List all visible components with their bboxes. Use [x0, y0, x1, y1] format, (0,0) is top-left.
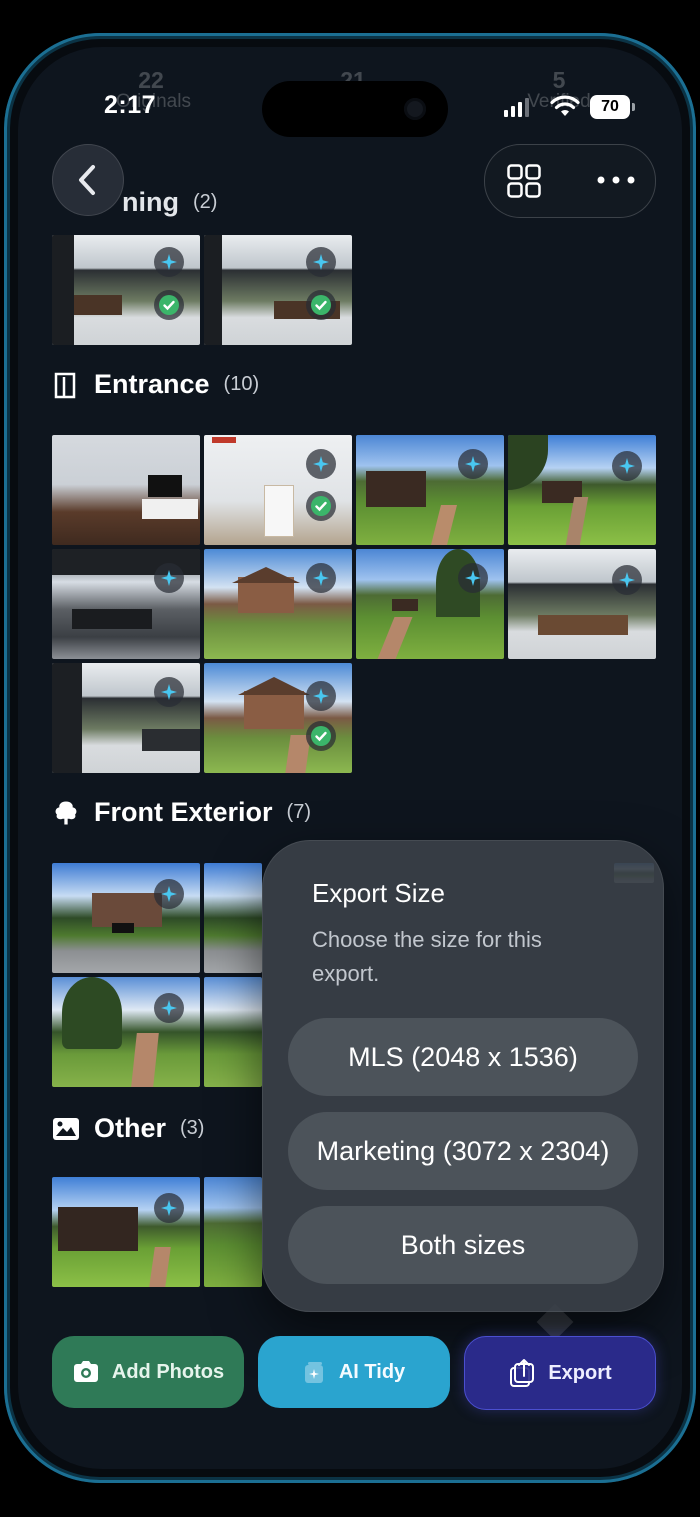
sparkle-icon: [465, 570, 481, 586]
sparkle-icon: [619, 458, 635, 474]
section-header-entrance: Entrance (10): [52, 369, 259, 400]
popover-title: Export Size: [312, 878, 445, 908]
status-time: 2:17: [104, 91, 157, 119]
add-photos-label: Add Photos: [111, 1360, 225, 1383]
popover-subtitle: Choose the size for this export.: [312, 927, 542, 986]
ai-enhanced-badge: [458, 449, 488, 479]
verified-badge: [306, 290, 336, 320]
add-photos-button[interactable]: Add Photos: [52, 1336, 244, 1408]
grid-view-icon[interactable]: [507, 164, 541, 198]
ai-enhanced-badge: [154, 677, 184, 707]
ai-enhanced-badge: [154, 1193, 184, 1223]
ai-tidy-label: AI Tidy: [338, 1360, 406, 1383]
section-title: Front Exterior: [94, 797, 273, 827]
option-both-sizes[interactable]: Both sizes: [288, 1206, 638, 1284]
sparkle-icon: [161, 684, 177, 700]
ai-enhanced-badge: [306, 563, 336, 593]
photo-thumbnail[interactable]: [508, 549, 656, 659]
camera-icon: [73, 1361, 98, 1382]
photo-thumbnail[interactable]: [52, 1177, 200, 1287]
sparkle-icon: [161, 1200, 177, 1216]
wifi-icon: [550, 95, 580, 116]
back-button[interactable]: [52, 144, 124, 216]
app-screen: 22 Originals 21 5 Verified 2:17 70 ning …: [18, 47, 682, 1469]
sparkle-icon: [161, 1000, 177, 1016]
export-label: Export: [548, 1361, 612, 1384]
verified-badge: [154, 290, 184, 320]
section-count: (10): [223, 373, 260, 395]
section-header-dining: ning (2): [122, 187, 217, 218]
ai-enhanced-badge: [458, 563, 488, 593]
photo-thumbnail[interactable]: [204, 235, 352, 345]
chevron-left-icon: [79, 165, 95, 195]
ai-enhanced-badge: [306, 449, 336, 479]
more-options-icon[interactable]: [597, 175, 635, 185]
check-circle-icon: [159, 295, 179, 315]
photo-thumbnail[interactable]: [52, 863, 200, 973]
sparkle-icon: [161, 570, 177, 586]
photo-thumbnail[interactable]: [204, 1177, 262, 1287]
ai-enhanced-badge: [154, 879, 184, 909]
sparkle-icon: [161, 886, 177, 902]
check-circle-icon: [311, 496, 331, 516]
section-count: (3): [180, 1117, 205, 1139]
verified-badge: [306, 491, 336, 521]
sparkle-icon: [161, 254, 177, 270]
ai-enhanced-badge: [154, 993, 184, 1023]
photo-thumbnail[interactable]: [508, 435, 656, 545]
battery-indicator: 70: [590, 95, 635, 119]
stat-value: 5: [552, 67, 566, 93]
ai-enhanced-badge: [154, 247, 184, 277]
sparkle-icon: [619, 572, 635, 588]
export-size-popover: Export Size Choose the size for this exp…: [262, 840, 664, 1312]
section-title: Other: [94, 1113, 167, 1143]
photo-thumbnail[interactable]: [52, 549, 200, 659]
sparkle-icon: [313, 254, 329, 270]
sparkle-icon: [313, 570, 329, 586]
photo-thumbnail[interactable]: [52, 235, 200, 345]
ai-tidy-icon: [304, 1362, 323, 1383]
ai-enhanced-badge: [306, 247, 336, 277]
photo-thumbnail[interactable]: [204, 863, 262, 973]
ai-enhanced-badge: [612, 565, 642, 595]
section-count: (2): [192, 191, 218, 213]
photo-thumbnail[interactable]: [356, 435, 504, 545]
tree-icon: [55, 800, 77, 825]
ai-enhanced-badge: [306, 681, 336, 711]
stat-value: 22: [138, 67, 164, 93]
photo-thumbnail[interactable]: [52, 663, 200, 773]
ai-enhanced-badge: [612, 451, 642, 481]
check-circle-icon: [311, 726, 331, 746]
photo-thumbnail[interactable]: [52, 977, 200, 1087]
sparkle-icon: [465, 456, 481, 472]
sparkle-icon: [313, 456, 329, 472]
section-header-front-exterior: Front Exterior (7): [52, 797, 311, 828]
section-title: ning: [122, 187, 179, 217]
check-circle-icon: [311, 295, 331, 315]
sparkle-icon: [313, 688, 329, 704]
section-count: (7): [286, 801, 311, 823]
option-mls-size[interactable]: MLS (2048 x 1536): [288, 1018, 638, 1096]
photo-thumbnail[interactable]: [52, 435, 200, 545]
signal-icon: [504, 98, 529, 117]
view-options-group: [484, 144, 656, 218]
section-header-other: Other (3): [52, 1113, 204, 1144]
image-icon: [53, 1117, 79, 1140]
phone-frame: 22 Originals 21 5 Verified 2:17 70 ning …: [4, 33, 696, 1483]
section-title: Entrance: [94, 369, 210, 399]
photo-thumbnail[interactable]: [204, 549, 352, 659]
share-export-icon: [510, 1359, 535, 1387]
ai-enhanced-badge: [154, 563, 184, 593]
option-marketing-size[interactable]: Marketing (3072 x 2304): [288, 1112, 638, 1190]
photo-thumbnail[interactable]: [204, 663, 352, 773]
dynamic-island: [262, 81, 448, 137]
export-button[interactable]: Export: [464, 1336, 656, 1410]
photo-thumbnail[interactable]: [204, 435, 352, 545]
verified-badge: [306, 721, 336, 751]
ai-tidy-button[interactable]: AI Tidy: [258, 1336, 450, 1408]
door-icon: [54, 372, 76, 398]
photo-thumbnail[interactable]: [204, 977, 262, 1087]
photo-thumbnail[interactable]: [356, 549, 504, 659]
